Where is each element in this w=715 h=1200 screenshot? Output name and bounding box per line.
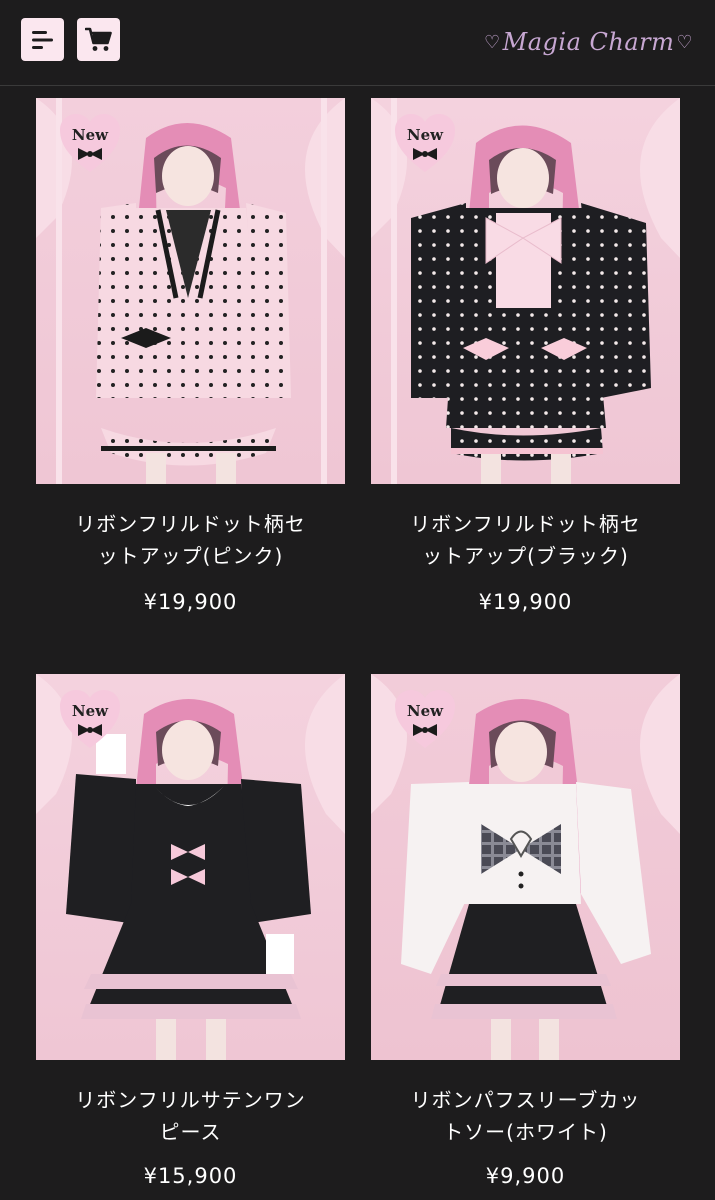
product-image[interactable]: New bbox=[371, 98, 680, 484]
product-title[interactable]: リボンフリルドット柄セ ットアップ(ブラック) bbox=[371, 508, 680, 572]
new-badge: New bbox=[60, 690, 120, 748]
badge-label: New bbox=[407, 702, 444, 720]
menu-button[interactable] bbox=[21, 18, 64, 61]
product-title-line: リボンフリルサテンワン bbox=[75, 1088, 306, 1112]
product-title-line: リボンフリルドット柄セ bbox=[410, 512, 641, 536]
product-price: ¥19,900 bbox=[143, 590, 238, 614]
product-title[interactable]: リボンパフスリーブカッ トソー(ホワイト) bbox=[371, 1084, 680, 1148]
product-title-line: ットアップ(ブラック) bbox=[422, 544, 629, 568]
product-title-line: リボンフリルドット柄セ bbox=[75, 512, 306, 536]
new-badge: New bbox=[60, 114, 120, 172]
product-image[interactable]: New bbox=[371, 674, 680, 1060]
new-badge: New bbox=[395, 114, 455, 172]
product-title-line: ピース bbox=[159, 1120, 222, 1144]
badge-label: New bbox=[72, 126, 109, 144]
cart-button[interactable] bbox=[77, 18, 120, 61]
badge-label: New bbox=[407, 126, 444, 144]
product-title-line: ットアップ(ピンク) bbox=[97, 544, 284, 568]
product-price: ¥9,900 bbox=[485, 1164, 566, 1188]
product-title[interactable]: リボンフリルドット柄セ ットアップ(ピンク) bbox=[36, 508, 345, 572]
product-price: ¥19,900 bbox=[478, 590, 573, 614]
brand-logo-text: Magia Charm bbox=[502, 28, 675, 56]
product-image[interactable]: New bbox=[36, 674, 345, 1060]
product-title-line: リボンパフスリーブカッ bbox=[410, 1088, 641, 1112]
site-header: ♡ Magia Charm ♡ bbox=[0, 0, 715, 86]
product-price: ¥15,900 bbox=[143, 1164, 238, 1188]
brand-logo[interactable]: ♡ Magia Charm ♡ bbox=[482, 24, 695, 60]
heart-icon: ♡ bbox=[484, 31, 501, 53]
new-badge: New bbox=[395, 690, 455, 748]
cart-icon bbox=[84, 27, 112, 51]
product-title[interactable]: リボンフリルサテンワン ピース bbox=[36, 1084, 345, 1148]
product-image[interactable]: New bbox=[36, 98, 345, 484]
product-title-line: トソー(ホワイト) bbox=[443, 1120, 608, 1144]
badge-label: New bbox=[72, 702, 109, 720]
heart-icon: ♡ bbox=[676, 31, 693, 53]
menu-icon bbox=[31, 30, 53, 49]
